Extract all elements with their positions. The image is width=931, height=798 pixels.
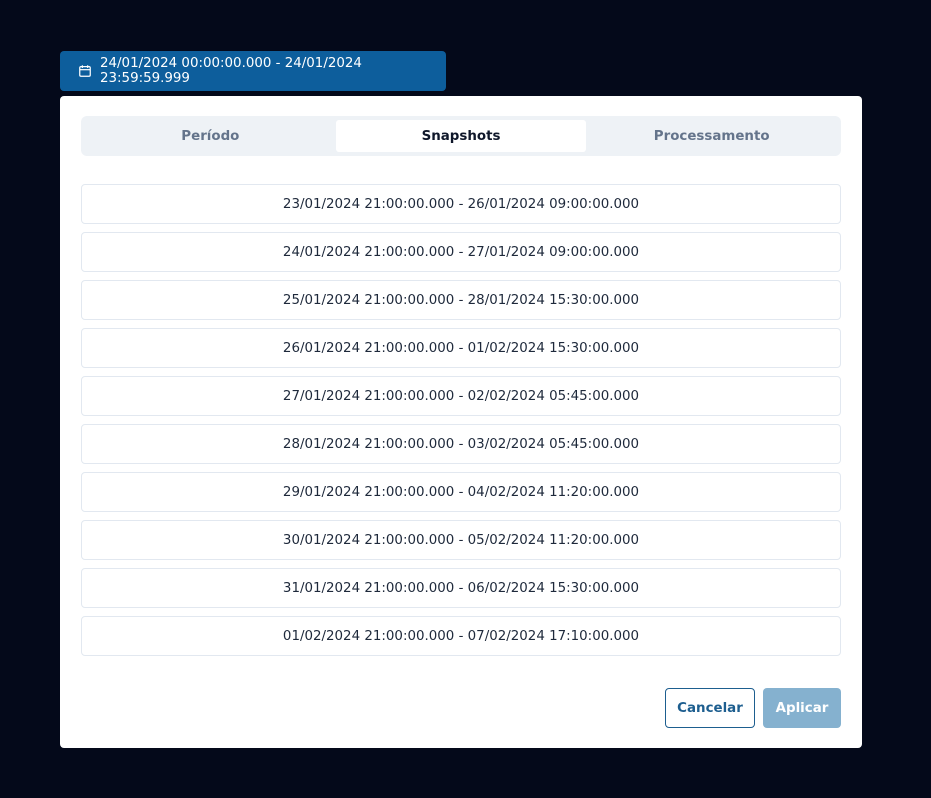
snapshot-option[interactable]: 23/01/2024 21:00:00.000 - 26/01/2024 09:…: [81, 184, 841, 224]
apply-button[interactable]: Aplicar: [763, 688, 841, 728]
date-range-label: 24/01/2024 00:00:00.000 - 24/01/2024 23:…: [100, 56, 362, 86]
snapshot-option[interactable]: 31/01/2024 21:00:00.000 - 06/02/2024 15:…: [81, 568, 841, 608]
snapshot-option[interactable]: 01/02/2024 21:00:00.000 - 07/02/2024 17:…: [81, 616, 841, 656]
snapshot-option[interactable]: 24/01/2024 21:00:00.000 - 27/01/2024 09:…: [81, 232, 841, 272]
tab-bar: Período Snapshots Processamento: [81, 116, 841, 156]
calendar-icon: [78, 64, 92, 78]
tab-processamento[interactable]: Processamento: [586, 120, 837, 152]
tab-periodo[interactable]: Período: [85, 120, 336, 152]
date-range-trigger-button[interactable]: 24/01/2024 00:00:00.000 - 24/01/2024 23:…: [60, 51, 446, 91]
snapshot-option[interactable]: 29/01/2024 21:00:00.000 - 04/02/2024 11:…: [81, 472, 841, 512]
snapshot-option[interactable]: 27/01/2024 21:00:00.000 - 02/02/2024 05:…: [81, 376, 841, 416]
snapshot-option[interactable]: 25/01/2024 21:00:00.000 - 28/01/2024 15:…: [81, 280, 841, 320]
snapshot-option[interactable]: 28/01/2024 21:00:00.000 - 03/02/2024 05:…: [81, 424, 841, 464]
tab-snapshots[interactable]: Snapshots: [335, 120, 587, 152]
date-range-popover: Período Snapshots Processamento 23/01/20…: [60, 96, 862, 748]
cancel-button[interactable]: Cancelar: [665, 688, 755, 728]
snapshot-list: 23/01/2024 21:00:00.000 - 26/01/2024 09:…: [81, 184, 841, 664]
snapshot-option[interactable]: 26/01/2024 21:00:00.000 - 01/02/2024 15:…: [81, 328, 841, 368]
snapshot-option[interactable]: 30/01/2024 21:00:00.000 - 05/02/2024 11:…: [81, 520, 841, 560]
